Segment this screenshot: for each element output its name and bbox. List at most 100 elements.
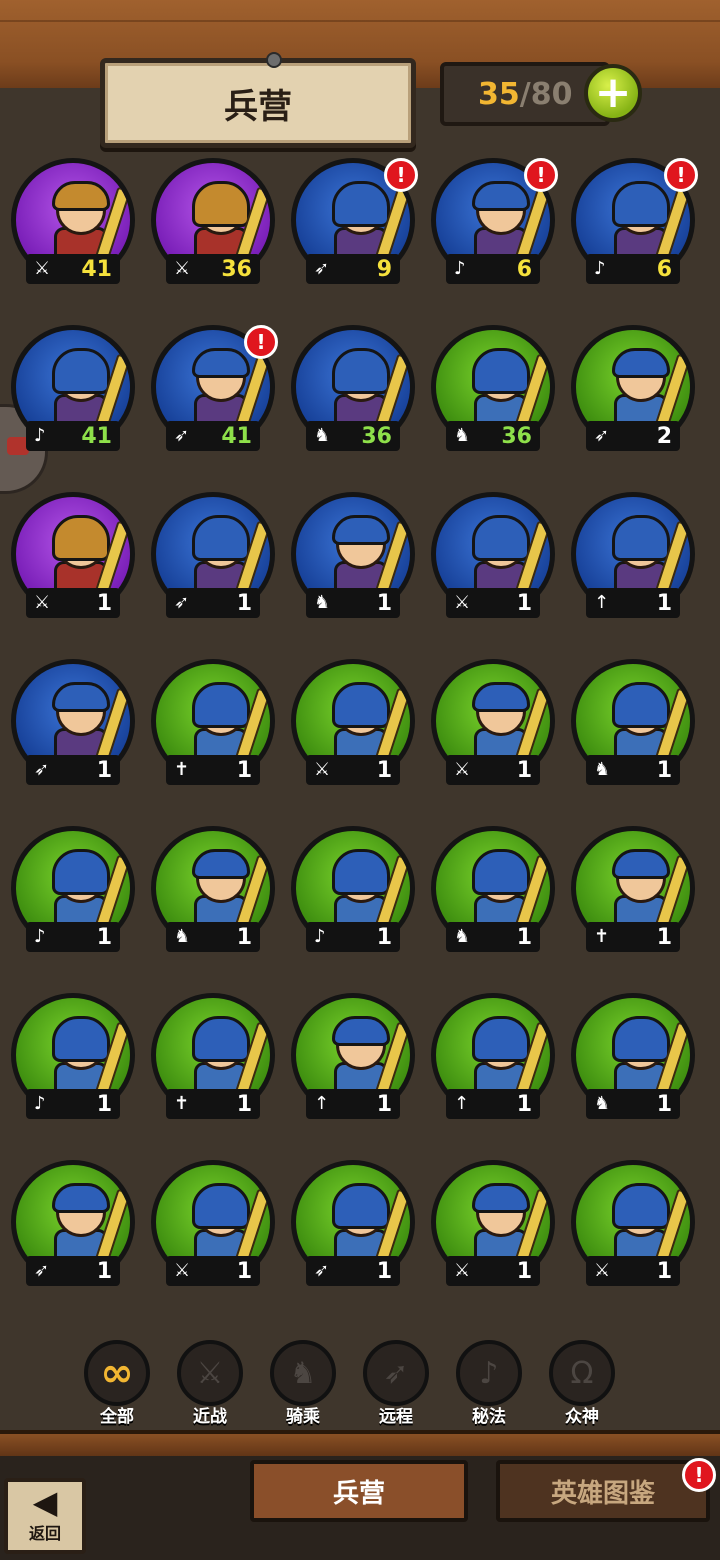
hero-codex-alert-badge: ! bbox=[682, 1458, 716, 1492]
unit-figure-icon bbox=[326, 682, 410, 768]
unit-figure-icon bbox=[46, 348, 130, 434]
unit-card[interactable]: ⚔ 1 bbox=[148, 1160, 278, 1300]
unit-helmet-shape bbox=[52, 181, 110, 211]
unit-figure-icon bbox=[326, 515, 410, 601]
back-arrow-icon: ◀ bbox=[32, 1483, 58, 1521]
unit-card[interactable]: ↑ 1 bbox=[428, 993, 558, 1133]
filter-melee-button[interactable]: ⚔ 近战 bbox=[173, 1340, 247, 1430]
unit-level-band: ➶ 1 bbox=[26, 1256, 120, 1286]
unit-level: 1 bbox=[236, 1091, 252, 1117]
unit-card[interactable]: ➶ 1 bbox=[8, 659, 138, 799]
unit-helmet-shape bbox=[332, 348, 390, 394]
unit-level-band: ⚔ 1 bbox=[166, 1256, 260, 1286]
unit-card[interactable]: ➶ 2 bbox=[568, 325, 698, 465]
unit-level-band: ➶ 2 bbox=[586, 421, 680, 451]
tab-barracks[interactable]: 兵营 bbox=[250, 1460, 468, 1522]
unit-figure-icon bbox=[466, 1016, 550, 1102]
unit-figure-icon bbox=[186, 849, 270, 935]
filter-gods-button[interactable]: Ω 众神 bbox=[545, 1340, 619, 1430]
unit-level-band: ↑ 1 bbox=[586, 588, 680, 618]
unit-figure-icon bbox=[606, 1016, 690, 1102]
unit-figure-icon bbox=[186, 1016, 270, 1102]
unit-figure-icon bbox=[466, 515, 550, 601]
unit-card[interactable]: ♞ 1 bbox=[568, 993, 698, 1133]
sword-class-icon: ⚔ bbox=[454, 1260, 471, 1281]
unit-level: 1 bbox=[96, 757, 112, 783]
unit-helmet-shape bbox=[332, 181, 390, 227]
filter-mounted-button[interactable]: ♞ 骑乘 bbox=[266, 1340, 340, 1430]
unit-card[interactable]: ➶ 1 bbox=[288, 1160, 418, 1300]
unit-figure-icon bbox=[326, 849, 410, 935]
unit-figure-icon bbox=[466, 682, 550, 768]
unit-level: 1 bbox=[376, 757, 392, 783]
unit-level-band: ♞ 1 bbox=[446, 922, 540, 952]
unit-helmet-shape bbox=[52, 1183, 110, 1213]
unit-card[interactable]: ⚔ 1 bbox=[428, 492, 558, 632]
mount-class-icon: ♞ bbox=[314, 425, 331, 446]
magic-class-icon: ♪ bbox=[34, 1093, 46, 1114]
sword-class-icon: ⚔ bbox=[174, 1260, 191, 1281]
unit-card[interactable]: ♞ 36 bbox=[428, 325, 558, 465]
unit-card[interactable]: ♪ 6! bbox=[568, 158, 698, 298]
unit-card[interactable]: ♞ 1 bbox=[568, 659, 698, 799]
unit-card[interactable]: ✝ 1 bbox=[148, 993, 278, 1133]
unit-card[interactable]: ➶ 9! bbox=[288, 158, 418, 298]
unit-level-band: ⚔ 1 bbox=[446, 588, 540, 618]
back-button[interactable]: ◀ 返回 bbox=[4, 1478, 86, 1554]
filter-all-button[interactable]: ∞ 全部 bbox=[80, 1340, 154, 1430]
unit-card[interactable]: ✝ 1 bbox=[148, 659, 278, 799]
unit-level-band: ➶ 1 bbox=[306, 1256, 400, 1286]
unit-level: 41 bbox=[81, 423, 112, 449]
unit-card[interactable]: ⚔ 41 bbox=[8, 158, 138, 298]
unit-figure-icon bbox=[186, 1183, 270, 1269]
unit-card[interactable]: ♪ 1 bbox=[8, 826, 138, 966]
unit-card[interactable]: ✝ 1 bbox=[568, 826, 698, 966]
unit-card[interactable]: ↑ 1 bbox=[568, 492, 698, 632]
magic-class-icon: ♪ bbox=[594, 258, 606, 279]
unit-card[interactable]: ♞ 1 bbox=[148, 826, 278, 966]
unit-card[interactable]: ♪ 41 bbox=[8, 325, 138, 465]
unit-level: 1 bbox=[96, 924, 112, 950]
unit-level: 1 bbox=[96, 1091, 112, 1117]
unit-helmet-shape bbox=[192, 1183, 250, 1229]
unit-figure-icon bbox=[326, 1016, 410, 1102]
sword-class-icon: ⚔ bbox=[454, 592, 471, 613]
unit-card[interactable]: ♪ 1 bbox=[8, 993, 138, 1133]
unit-level: 1 bbox=[376, 924, 392, 950]
unit-card[interactable]: ⚔ 1 bbox=[8, 492, 138, 632]
unit-level: 9 bbox=[376, 256, 392, 282]
unit-level-band: ↑ 1 bbox=[306, 1089, 400, 1119]
unit-helmet-shape bbox=[472, 181, 530, 211]
unit-card[interactable]: ♪ 6! bbox=[428, 158, 558, 298]
unit-helmet-shape bbox=[472, 1016, 530, 1062]
unit-card[interactable]: ⚔ 1 bbox=[568, 1160, 698, 1300]
unit-card[interactable]: ♪ 1 bbox=[288, 826, 418, 966]
unit-card[interactable]: ♞ 1 bbox=[428, 826, 558, 966]
unit-card[interactable]: ➶ 41! bbox=[148, 325, 278, 465]
unit-card[interactable]: ↑ 1 bbox=[288, 993, 418, 1133]
unit-level: 36 bbox=[221, 256, 252, 282]
bow-class-icon: ➶ bbox=[34, 759, 50, 780]
unit-card[interactable]: ♞ 1 bbox=[288, 492, 418, 632]
unit-helmet-shape bbox=[612, 348, 670, 378]
unit-alert-badge: ! bbox=[244, 325, 278, 359]
spear-class-icon: ↑ bbox=[454, 1093, 470, 1114]
unit-figure-icon bbox=[186, 682, 270, 768]
unit-card[interactable]: ➶ 1 bbox=[148, 492, 278, 632]
filter-arcane-button[interactable]: ♪ 秘法 bbox=[452, 1340, 526, 1430]
unit-card[interactable]: ⚔ 36 bbox=[148, 158, 278, 298]
holy-class-icon: ✝ bbox=[174, 1093, 190, 1114]
tab-hero-codex[interactable]: 英雄图鉴 bbox=[496, 1460, 710, 1522]
unit-card[interactable]: ⚔ 1 bbox=[288, 659, 418, 799]
unit-card[interactable]: ♞ 36 bbox=[288, 325, 418, 465]
unit-level-band: ✝ 1 bbox=[166, 1089, 260, 1119]
unit-helmet-shape bbox=[612, 1016, 670, 1062]
unit-figure-icon bbox=[46, 682, 130, 768]
unit-level-band: ⚔ 1 bbox=[446, 1256, 540, 1286]
unit-card[interactable]: ➶ 1 bbox=[8, 1160, 138, 1300]
unit-figure-icon bbox=[466, 1183, 550, 1269]
unit-helmet-shape bbox=[332, 682, 390, 728]
unit-card[interactable]: ⚔ 1 bbox=[428, 1160, 558, 1300]
unit-card[interactable]: ⚔ 1 bbox=[428, 659, 558, 799]
filter-ranged-button[interactable]: ➶ 远程 bbox=[359, 1340, 433, 1430]
